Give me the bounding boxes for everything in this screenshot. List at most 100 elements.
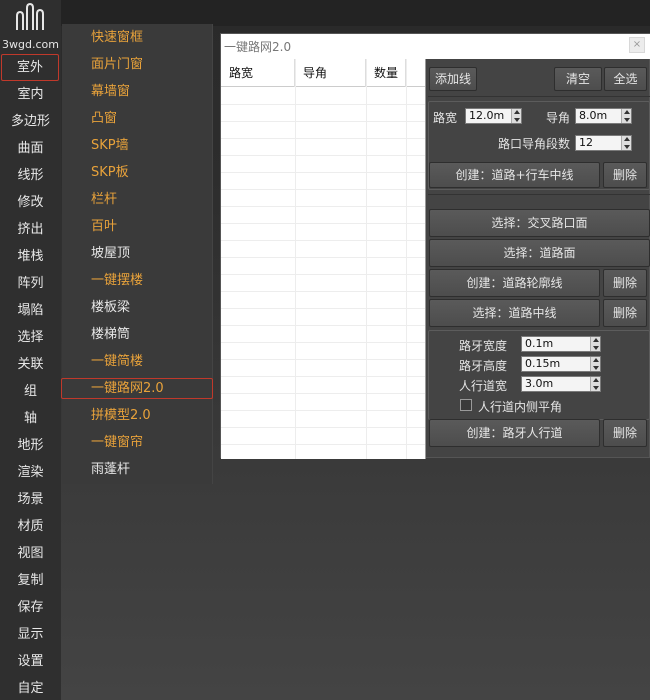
submenu-simple-building[interactable]: 一键简楼 — [62, 348, 212, 375]
create-curb-sidewalk-button[interactable]: 创建：路牙人行道 — [429, 419, 600, 447]
delete-road-outline-button[interactable]: 删除 — [603, 269, 647, 297]
grid-column-line — [406, 59, 407, 459]
category-copy[interactable]: 复制 — [0, 567, 61, 594]
spinner-arrows-icon[interactable] — [590, 377, 600, 391]
grid-row-line — [221, 138, 425, 139]
submenu-curtain-wall[interactable]: 幕墙窗 — [62, 78, 212, 105]
curb-width-spinner[interactable]: 0.1m — [521, 336, 601, 352]
submenu-curtain[interactable]: 一键窗帘 — [62, 429, 212, 456]
category-line[interactable]: 线形 — [0, 162, 61, 189]
sidewalk-width-spinner[interactable]: 3.0m — [521, 376, 601, 392]
spinner-arrows-icon[interactable] — [621, 136, 631, 150]
submenu-skp-board[interactable]: SKP板 — [62, 159, 212, 186]
submenu-slope-roof[interactable]: 坡屋顶 — [62, 240, 212, 267]
road-list[interactable]: 路宽 导角 数量 — [221, 59, 426, 459]
road-width-value: 12.0m — [469, 109, 505, 122]
grid-row-line — [221, 359, 425, 360]
grid-row-line — [221, 342, 425, 343]
spinner-arrows-icon[interactable] — [621, 109, 631, 123]
category-outdoor[interactable]: 室外 — [1, 54, 59, 81]
category-view[interactable]: 视图 — [0, 540, 61, 567]
category-axis[interactable]: 轴 — [0, 405, 61, 432]
column-road-width[interactable]: 路宽 — [221, 59, 295, 87]
add-line-button[interactable]: 添加线 — [429, 67, 477, 91]
category-group[interactable]: 组 — [0, 378, 61, 405]
delete-curb-sidewalk-button[interactable]: 删除 — [603, 419, 647, 447]
logo-text: 3wgd.com — [2, 38, 59, 51]
road-width-label: 路宽 — [433, 111, 458, 125]
road-width-spinner[interactable]: 12.0m — [465, 108, 522, 124]
clear-button[interactable]: 清空 — [554, 67, 602, 91]
category-polygon[interactable]: 多边形 — [0, 108, 61, 135]
spinner-arrows-icon[interactable] — [511, 109, 521, 123]
grid-row-line — [221, 427, 425, 428]
grid-row-line — [221, 172, 425, 173]
grid-row-line — [221, 291, 425, 292]
chamfer-label: 导角 — [546, 111, 571, 125]
sidewalk-flat-checkbox[interactable] — [460, 399, 472, 411]
category-surface[interactable]: 曲面 — [0, 135, 61, 162]
grid-row-line — [221, 223, 425, 224]
submenu-louver[interactable]: 百叶 — [62, 213, 212, 240]
grid-row-line — [221, 104, 425, 105]
submenu-place-building[interactable]: 一键摆楼 — [62, 267, 212, 294]
category-stack[interactable]: 堆栈 — [0, 243, 61, 270]
select-road-center-button[interactable]: 选择：道路中线 — [429, 299, 600, 327]
curb-width-label: 路牙宽度 — [459, 339, 508, 353]
category-terrain[interactable]: 地形 — [0, 432, 61, 459]
category-settings[interactable]: 设置 — [0, 648, 61, 675]
category-custom[interactable]: 自定 — [0, 675, 61, 700]
curb-height-value: 0.15m — [525, 357, 561, 370]
select-intersection-button[interactable]: 选择：交叉路口面 — [429, 209, 650, 237]
category-scene[interactable]: 场景 — [0, 486, 61, 513]
submenu-model-assemble[interactable]: 拼模型2.0 — [62, 402, 212, 429]
column-count[interactable]: 数量 — [366, 59, 406, 87]
submenu-slab-beam[interactable]: 楼板梁 — [62, 294, 212, 321]
select-road-surface-button[interactable]: 选择：道路面 — [429, 239, 650, 267]
submenu-stair-core[interactable]: 楼梯筒 — [62, 321, 212, 348]
category-array[interactable]: 阵列 — [0, 270, 61, 297]
category-save[interactable]: 保存 — [0, 594, 61, 621]
select-all-button[interactable]: 全选 — [604, 67, 647, 91]
close-button[interactable]: × — [629, 37, 645, 53]
category-modify[interactable]: 修改 — [0, 189, 61, 216]
delete-road-center-button[interactable]: 删除 — [603, 162, 647, 188]
divider — [428, 194, 650, 195]
category-material[interactable]: 材质 — [0, 513, 61, 540]
category-display[interactable]: 显示 — [0, 621, 61, 648]
category-select[interactable]: 选择 — [0, 324, 61, 351]
chamfer-value: 8.0m — [579, 109, 608, 122]
outdoor-submenu: 快速窗框 面片门窗 幕墙窗 凸窗 SKP墙 SKP板 栏杆 百叶 坡屋顶 一键摆… — [61, 24, 213, 484]
submenu-railing[interactable]: 栏杆 — [62, 186, 212, 213]
category-extrude[interactable]: 挤出 — [0, 216, 61, 243]
submenu-canopy-pole[interactable]: 雨蓬杆 — [62, 456, 212, 483]
dialog-title-bar[interactable]: 一键路网2.0 × — [221, 34, 650, 59]
chamfer-spinner[interactable]: 8.0m — [575, 108, 632, 124]
grid-row-line — [221, 308, 425, 309]
category-list: 室外 室内 多边形 曲面 线形 修改 挤出 堆栈 阵列 塌陷 选择 关联 组 轴… — [0, 54, 61, 700]
category-collapse[interactable]: 塌陷 — [0, 297, 61, 324]
category-toolbar: 3wgd.com 室外 室内 多边形 曲面 线形 修改 挤出 堆栈 阵列 塌陷 … — [0, 0, 61, 700]
column-chamfer[interactable]: 导角 — [295, 59, 366, 87]
curb-height-spinner[interactable]: 0.15m — [521, 356, 601, 372]
submenu-quick-frame[interactable]: 快速窗框 — [62, 24, 212, 51]
logo: 3wgd.com — [0, 0, 61, 54]
spinner-arrows-icon[interactable] — [590, 337, 600, 351]
submenu-patch-door-window[interactable]: 面片门窗 — [62, 51, 212, 78]
submenu-skp-wall[interactable]: SKP墙 — [62, 132, 212, 159]
category-indoor[interactable]: 室内 — [0, 81, 61, 108]
delete-road-center-line-button[interactable]: 删除 — [603, 299, 647, 327]
segments-value: 12 — [579, 136, 593, 149]
grid-row-line — [221, 444, 425, 445]
segments-spinner[interactable]: 12 — [575, 135, 632, 151]
list-header: 路宽 导角 数量 — [221, 59, 425, 87]
spinner-arrows-icon[interactable] — [590, 357, 600, 371]
submenu-bay-window[interactable]: 凸窗 — [62, 105, 212, 132]
submenu-road-network[interactable]: 一键路网2.0 — [61, 378, 213, 399]
category-render[interactable]: 渲染 — [0, 459, 61, 486]
category-link[interactable]: 关联 — [0, 351, 61, 378]
top-bar — [0, 0, 650, 26]
create-road-center-button[interactable]: 创建：道路+行车中线 — [429, 162, 600, 188]
grid-row-line — [221, 325, 425, 326]
create-road-outline-button[interactable]: 创建：道路轮廓线 — [429, 269, 600, 297]
